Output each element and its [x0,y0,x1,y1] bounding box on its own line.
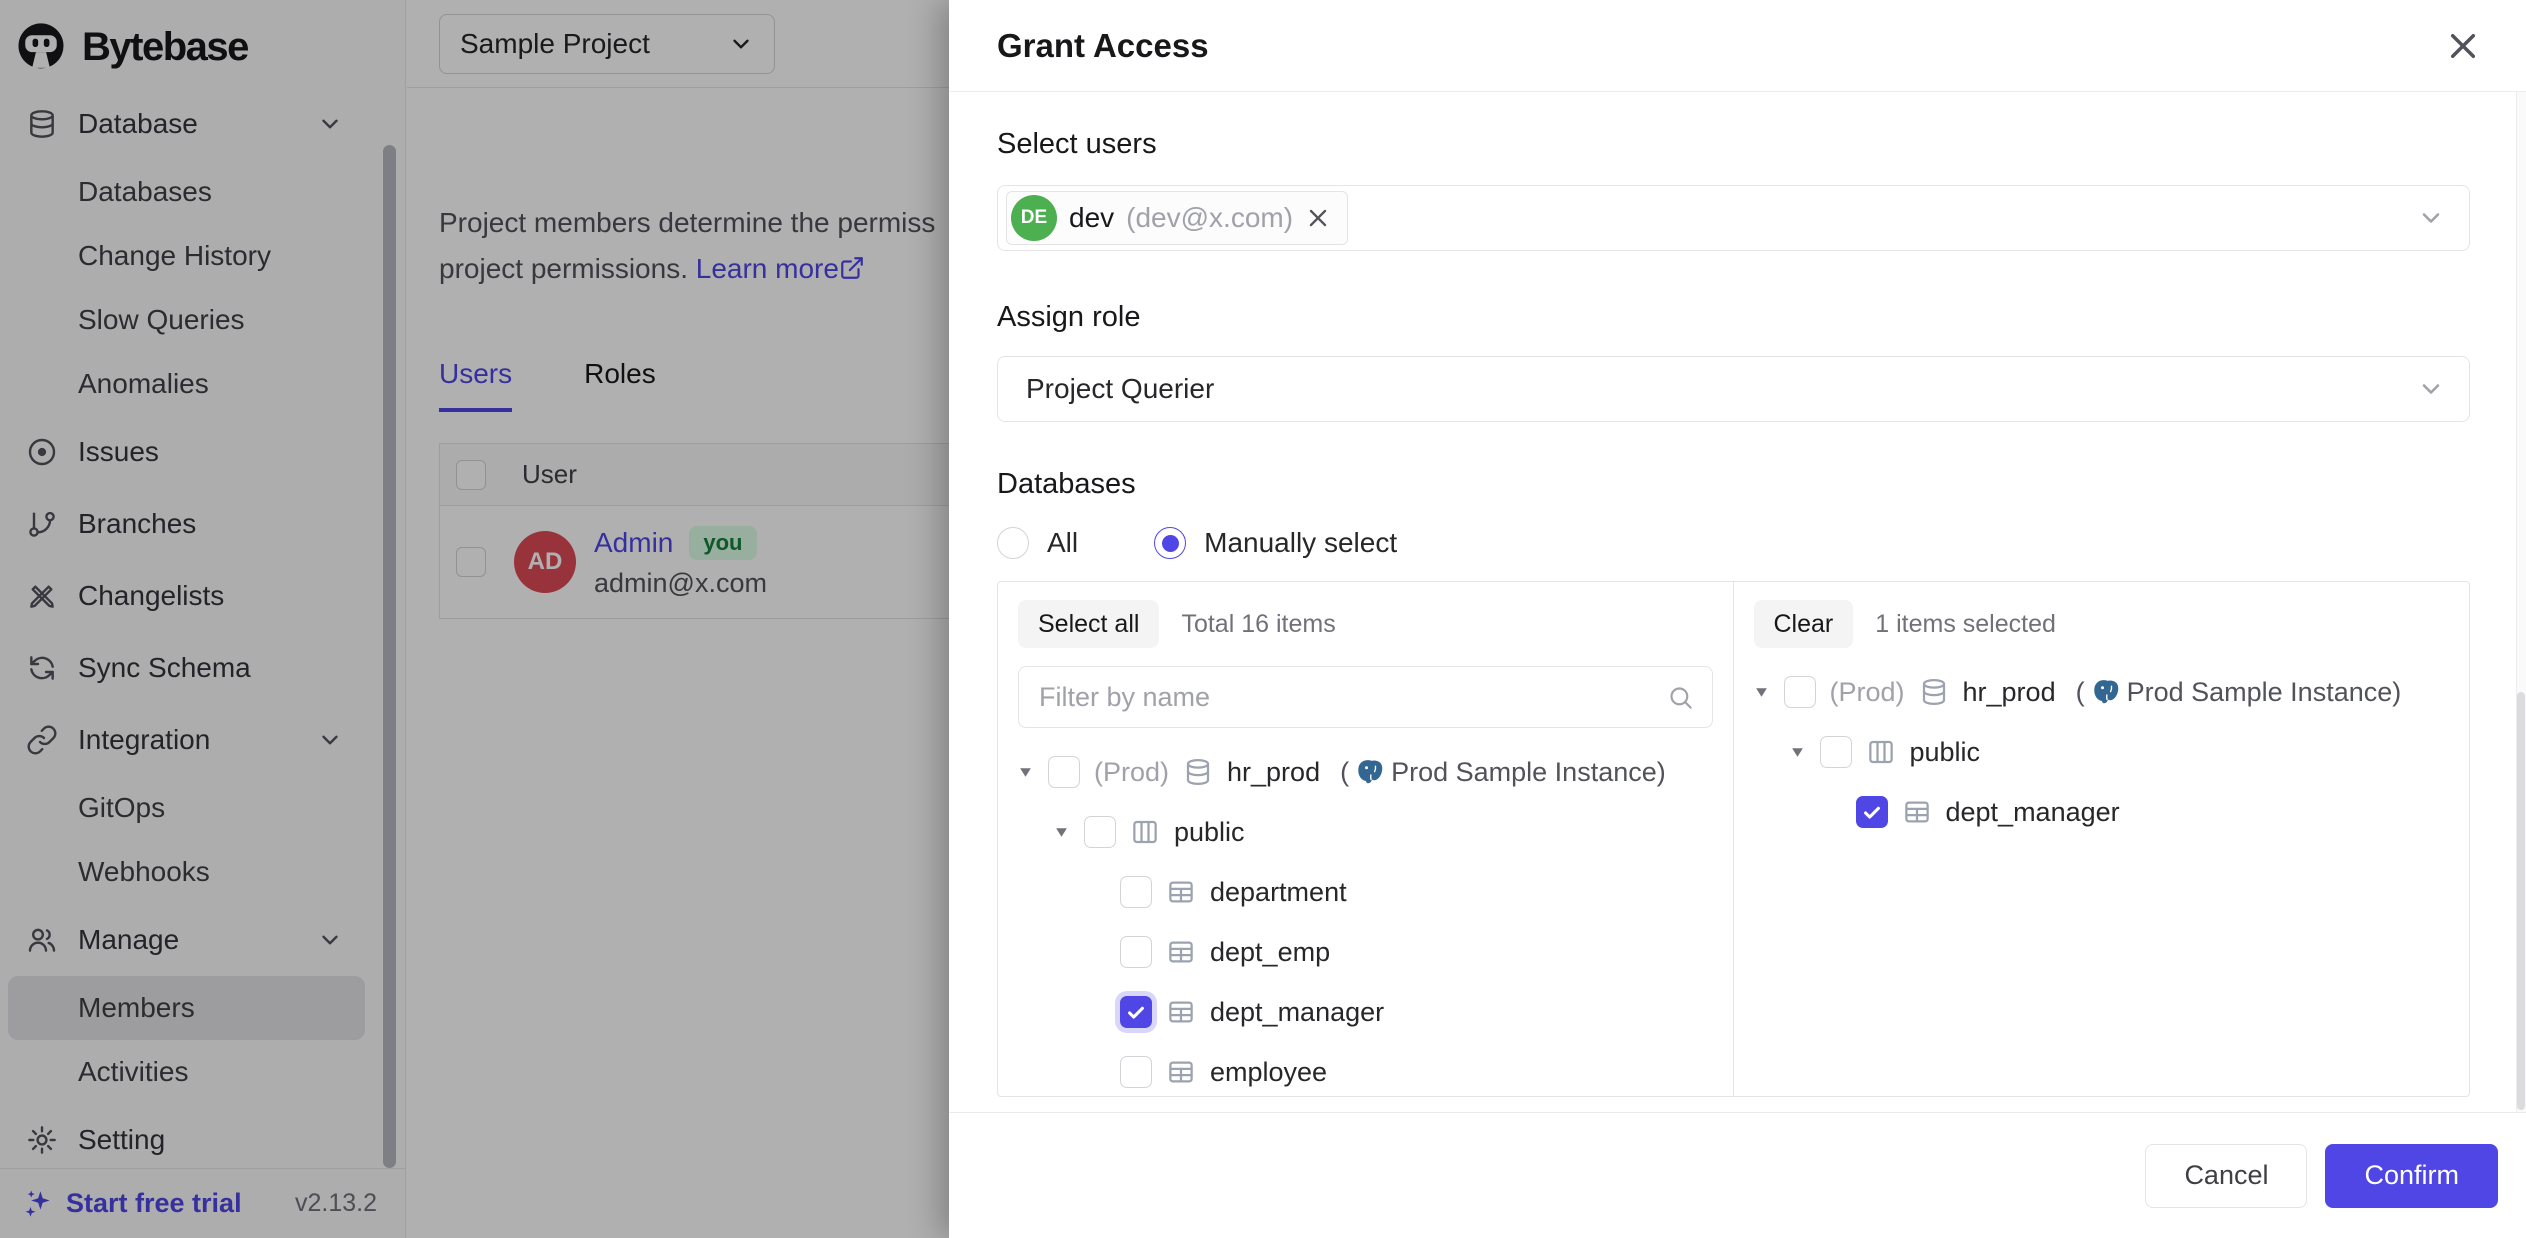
select-all-button[interactable]: Select all [1018,600,1159,648]
checkbox[interactable] [1120,936,1152,968]
checkbox[interactable] [1048,756,1080,788]
radio-manually-select[interactable]: Manually select [1154,527,1397,559]
caret-down-icon[interactable] [1054,826,1070,839]
modal-scrollbar[interactable] [2516,92,2526,1112]
grant-access-modal: Grant Access Select users DE dev (dev@x.… [949,0,2526,1238]
radio-selected-icon [1154,527,1186,559]
radio-icon [997,527,1029,559]
checkbox-checked[interactable] [1856,796,1888,828]
checkbox[interactable] [1084,816,1116,848]
postgresql-icon [2091,677,2121,707]
search-icon [1667,684,1694,711]
tree-row-table[interactable]: employee [1018,1042,1713,1096]
table-icon [1166,877,1196,907]
databases-label: Databases [997,468,2470,501]
tree-row-table[interactable]: dept_manager [1754,782,2450,842]
chevron-down-icon [2417,204,2445,232]
caret-down-icon[interactable] [1790,746,1806,759]
selected-count: 1 items selected [1875,610,2056,639]
modal-title: Grant Access [997,27,1209,65]
checkbox[interactable] [1784,676,1816,708]
avatar: DE [1011,195,1057,241]
caret-down-icon[interactable] [1754,686,1770,699]
modal-body: Select users DE dev (dev@x.com) Assign r… [949,92,2526,1112]
tree-row-schema[interactable]: public [1754,722,2450,782]
tree-row-database[interactable]: (Prod) hr_prod (Prod Sample Instance) [1018,742,1713,802]
select-users-label: Select users [997,128,2470,161]
database-scope-radios: All Manually select [997,527,2470,559]
modal-footer: Cancel Confirm [949,1112,2526,1238]
schema-icon [1130,817,1160,847]
tree-row-schema[interactable]: public [1018,802,1713,862]
total-count: Total 16 items [1181,610,1335,639]
checkbox[interactable] [1120,876,1152,908]
source-tree: (Prod) hr_prod (Prod Sample Instance) pu… [1018,742,1713,1096]
filter-input[interactable] [1039,682,1667,713]
tree-row-table[interactable]: dept_emp [1018,922,1713,982]
table-icon [1902,797,1932,827]
scrollbar-thumb[interactable] [2517,692,2525,1110]
postgresql-icon [1355,757,1385,787]
chevron-down-icon [2417,375,2445,403]
database-icon [1183,757,1213,787]
tree-row-table[interactable]: department [1018,862,1713,922]
selected-tree: (Prod) hr_prod (Prod Sample Instance) pu… [1754,662,2450,842]
select-users-input[interactable]: DE dev (dev@x.com) [997,185,2470,251]
table-icon [1166,1057,1196,1087]
caret-down-icon[interactable] [1018,766,1034,779]
clear-button[interactable]: Clear [1754,600,1854,648]
database-icon [1919,677,1949,707]
radio-all[interactable]: All [997,527,1078,559]
checkbox-checked[interactable] [1120,996,1152,1028]
checkbox[interactable] [1120,1056,1152,1088]
role-select[interactable]: Project Querier [997,356,2470,422]
cancel-button[interactable]: Cancel [2145,1144,2307,1208]
tree-row-table[interactable]: dept_manager [1018,982,1713,1042]
schema-icon [1866,737,1896,767]
remove-user-icon[interactable] [1305,205,1331,231]
source-panel: Select all Total 16 items (Prod) hr_prod… [998,582,1734,1096]
user-chip: DE dev (dev@x.com) [1006,191,1348,245]
checkbox[interactable] [1820,736,1852,768]
tree-row-database[interactable]: (Prod) hr_prod (Prod Sample Instance) [1754,662,2450,722]
filter-input-wrap [1018,666,1713,728]
table-icon [1166,937,1196,967]
assign-role-label: Assign role [997,301,2470,334]
database-transfer-panels: Select all Total 16 items (Prod) hr_prod… [997,581,2470,1097]
close-icon[interactable] [2444,27,2482,65]
selected-panel: Clear 1 items selected (Prod) hr_prod (P… [1734,582,2470,1096]
confirm-button[interactable]: Confirm [2325,1144,2498,1208]
modal-header: Grant Access [949,0,2526,92]
table-icon [1166,997,1196,1027]
